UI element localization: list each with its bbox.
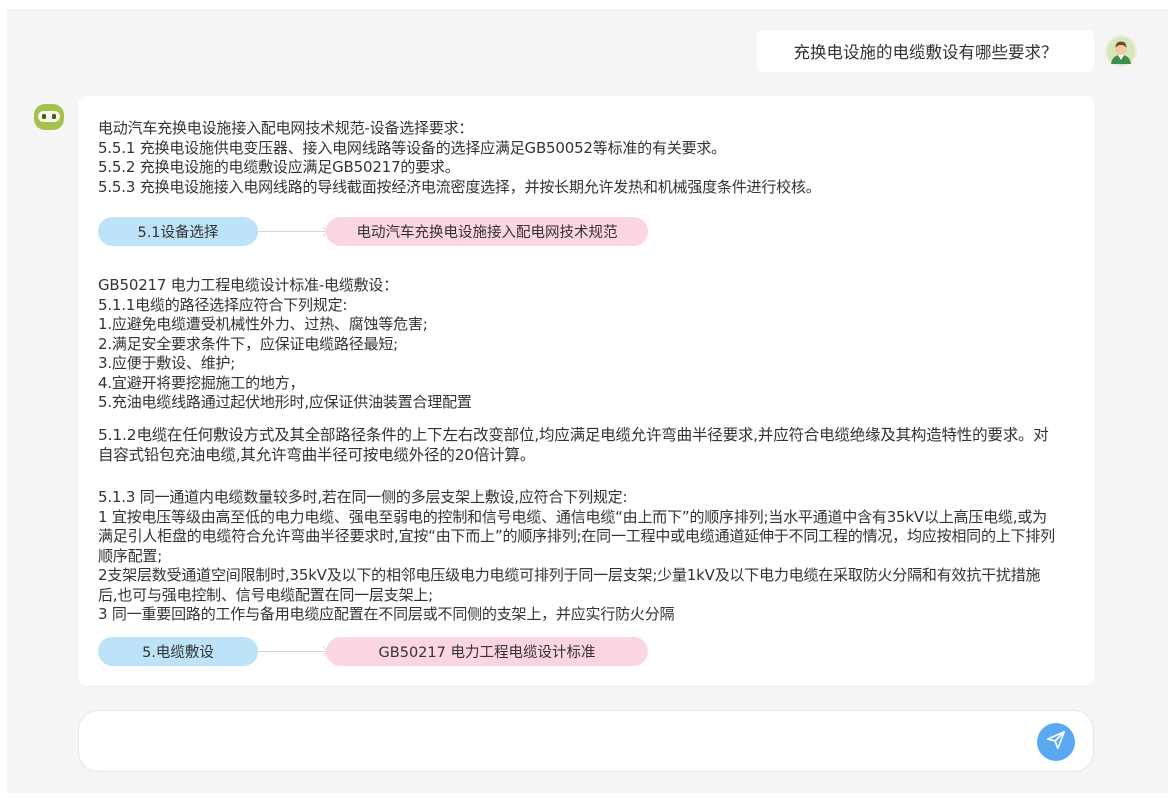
reference-row-2: 5.电缆敷设 GB50217 电力工程电缆设计标准 — [98, 637, 658, 666]
section-chip[interactable]: 5.电缆敷设 — [98, 637, 258, 666]
section-chip[interactable]: 5.1设备选择 — [98, 217, 258, 246]
message-input-bar — [78, 710, 1094, 772]
paper-plane-icon — [1045, 729, 1067, 755]
standard-chip[interactable]: GB50217 电力工程电缆设计标准 — [326, 637, 648, 666]
user-avatar-icon — [1105, 35, 1137, 67]
reference-connector — [258, 651, 326, 652]
send-button[interactable] — [1037, 723, 1075, 761]
user-message-text: 充换电设施的电缆敷设有哪些要求？ — [793, 43, 1058, 62]
standard-chip[interactable]: 电动汽车充换电设施接入配电网技术规范 — [326, 217, 648, 246]
reference-connector — [258, 231, 326, 232]
answer-paragraph-4: 5.1.3 同一通道内电缆数量较多时,若在同一侧的多层支架上敷设,应符合下列规定… — [98, 488, 1055, 623]
bot-message-card: 电动汽车充换电设施接入配电网技术规范-设备选择要求： 5.5.1 充换电设施供电… — [78, 96, 1094, 685]
robot-icon — [33, 101, 65, 133]
answer-paragraph-3: 5.1.2电缆在任何敷设方式及其全部路径条件的上下左右改变部位,均应满足电缆允许… — [98, 426, 1049, 464]
reference-row-1: 5.1设备选择 电动汽车充换电设施接入配电网技术规范 — [98, 217, 658, 246]
user-message-bubble: 充换电设施的电缆敷设有哪些要求？ — [757, 30, 1094, 72]
answer-paragraph-1: 电动汽车充换电设施接入配电网技术规范-设备选择要求： 5.5.1 充换电设施供电… — [98, 119, 821, 196]
answer-paragraph-2: GB50217 电力工程电缆设计标准-电缆敷设： 5.1.1电缆的路径选择应符合… — [98, 276, 472, 411]
message-input[interactable] — [99, 723, 1033, 761]
